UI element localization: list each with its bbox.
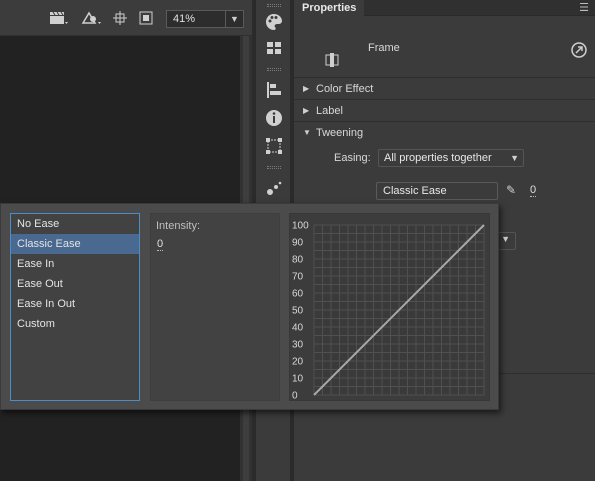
- ease-item-ease-in[interactable]: Ease In: [11, 254, 139, 274]
- intensity-value[interactable]: 0: [157, 238, 164, 251]
- easing-select[interactable]: All properties together ▼: [378, 149, 524, 167]
- panel-header: Properties ☰: [294, 0, 595, 16]
- easing-selected: All properties together: [384, 152, 492, 164]
- ease-item-custom[interactable]: Custom: [11, 314, 139, 334]
- transform-icon[interactable]: [264, 136, 284, 156]
- pencil-icon[interactable]: ✎: [506, 183, 520, 197]
- frame-icon: [324, 52, 340, 68]
- y-tick-label: 20: [292, 357, 304, 368]
- grip-handle[interactable]: [267, 166, 281, 169]
- frame-label: Frame: [368, 42, 400, 54]
- library-icon[interactable]: [264, 38, 284, 58]
- panel-menu-icon[interactable]: ☰: [579, 1, 589, 15]
- chevron-right-icon: ▶: [303, 84, 310, 93]
- zoom-value: 41%: [173, 13, 196, 25]
- ease-list: No Ease Classic Ease Ease In Ease Out Ea…: [10, 213, 140, 401]
- info-icon[interactable]: [264, 108, 284, 128]
- zoom-select[interactable]: 41% ▼: [166, 10, 244, 28]
- chevron-down-icon: ▼: [501, 234, 510, 244]
- grip-handle[interactable]: [267, 4, 281, 7]
- grip-handle[interactable]: [267, 68, 281, 71]
- chevron-down-icon: ▼: [225, 11, 243, 27]
- y-tick-label: 100: [292, 221, 309, 232]
- section-title: Color Effect: [316, 83, 374, 95]
- ease-item-classic-ease[interactable]: Classic Ease: [11, 234, 139, 254]
- pen-tool-icon[interactable]: [80, 10, 101, 26]
- ease-value[interactable]: 0: [530, 184, 537, 197]
- y-tick-label: 60: [292, 289, 304, 300]
- ease-curve-chart: 1009080706050403020100: [292, 221, 485, 402]
- ease-curve-graph: 100 90 80 70 60 50 40 30 20 10 0: [289, 213, 490, 402]
- y-tick-label: 50: [292, 306, 304, 317]
- y-tick-label: 0: [292, 391, 298, 401]
- easing-label: Easing:: [334, 152, 371, 164]
- chevron-down-icon: ▼: [303, 128, 311, 137]
- ease-preset-field[interactable]: Classic Ease: [376, 182, 498, 200]
- y-tick-label: 30: [292, 340, 304, 351]
- color-palette-icon[interactable]: [264, 12, 284, 32]
- y-tick-label: 40: [292, 323, 304, 334]
- tab-properties[interactable]: Properties: [294, 0, 365, 16]
- ease-popup: No Ease Classic Ease Ease In Ease Out Ea…: [0, 203, 499, 410]
- section-title: Label: [316, 105, 343, 117]
- align-icon[interactable]: [264, 80, 284, 100]
- y-tick-label: 70: [292, 272, 304, 283]
- intensity-label: Intensity:: [156, 220, 201, 232]
- y-tick-label: 90: [292, 238, 304, 249]
- chevron-right-icon: ▶: [303, 106, 310, 115]
- chevron-down-icon: ▼: [510, 153, 519, 163]
- center-stage-icon[interactable]: [110, 10, 130, 26]
- section-title: Tweening: [316, 127, 364, 139]
- intensity-panel: Intensity: 0: [150, 213, 280, 401]
- section-color-effect[interactable]: ▶ Color Effect: [294, 78, 595, 100]
- help-icon[interactable]: [571, 42, 587, 58]
- section-label[interactable]: ▶ Label: [294, 100, 595, 122]
- stage-toolbar: 41% ▼: [0, 0, 252, 36]
- frame-info: Frame: [294, 16, 595, 78]
- ease-item-ease-out[interactable]: Ease Out: [11, 274, 139, 294]
- y-tick-label: 80: [292, 255, 304, 266]
- clapper-icon[interactable]: [48, 10, 68, 26]
- motion-presets-icon[interactable]: [264, 178, 284, 198]
- y-tick-label: 10: [292, 374, 304, 385]
- clip-icon[interactable]: [136, 10, 156, 26]
- ease-item-ease-in-out[interactable]: Ease In Out: [11, 294, 139, 314]
- ease-item-no-ease[interactable]: No Ease: [11, 214, 139, 234]
- section-tweening[interactable]: ▼ Tweening: [294, 122, 595, 144]
